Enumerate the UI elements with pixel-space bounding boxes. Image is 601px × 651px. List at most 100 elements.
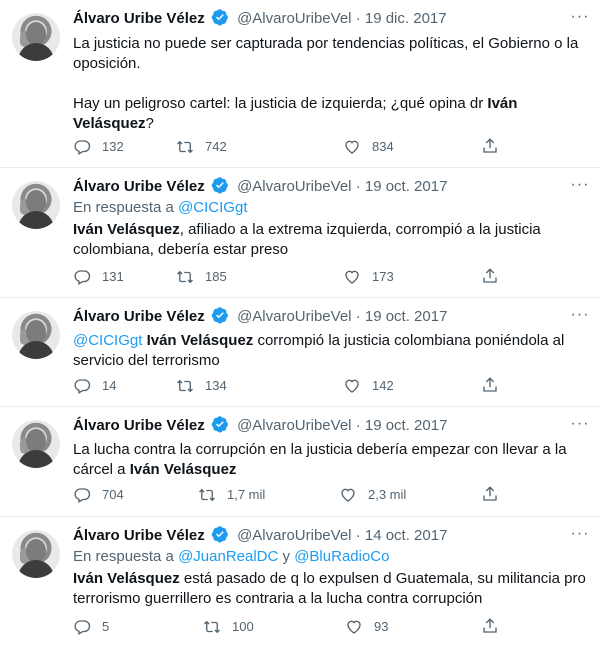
reply-icon [74,488,91,503]
more-icon[interactable]: ··· [569,8,591,30]
like-button[interactable]: 834 [343,137,394,157]
retweet-count: 134 [205,378,227,393]
more-icon[interactable]: ··· [569,415,591,437]
more-icon[interactable]: ··· [569,525,591,547]
mention-link[interactable]: @JuanRealDC [178,548,278,565]
reply-count: 704 [102,487,124,502]
tweet-feed: Álvaro Uribe Vélez @AlvaroUribeVel · 19 … [0,0,601,651]
mention-name: Iván Velásquez [129,461,237,478]
tweet-date[interactable]: 19 oct. 2017 [365,308,448,325]
retweet-button[interactable]: 185 [176,267,227,287]
retweet-icon [204,620,220,634]
tweet[interactable]: Álvaro Uribe Vélez @AlvaroUribeVel · 19 … [0,168,601,298]
share-button[interactable] [481,267,499,288]
mention-name: Iván Velásquez [73,570,180,587]
share-button[interactable] [481,617,499,638]
author-name[interactable]: Álvaro Uribe Vélez [73,178,205,195]
retweet-button[interactable]: 742 [176,137,227,157]
tweet-date[interactable]: 19 dic. 2017 [365,10,447,27]
verified-badge-icon [211,526,228,543]
like-count: 173 [372,269,394,284]
author-handle[interactable]: @AlvaroUribeVel [237,527,351,544]
tweet-paragraph: La justicia no puede ser capturada por t… [73,35,579,72]
mention-name: Iván Velásquez [142,332,254,349]
tweet-text: @CICIGgt Iván Velásquez corrompió la jus… [73,332,565,369]
share-icon [483,138,497,153]
like-count: 93 [374,619,389,634]
like-button[interactable]: 142 [343,376,394,396]
separator: · [355,417,361,434]
verified-badge-icon [211,9,228,26]
tweet-paragraph: Hay un peligroso cartel: la justicia de … [73,95,518,132]
tweet[interactable]: Álvaro Uribe Vélez @AlvaroUribeVel · 14 … [0,517,601,651]
reply-button[interactable]: 132 [73,137,124,157]
share-icon [483,486,497,501]
retweet-count: 185 [205,269,227,284]
like-count: 142 [372,378,394,393]
avatar[interactable] [12,420,60,468]
share-button[interactable] [481,376,499,397]
reply-button[interactable]: 5 [73,617,109,637]
share-button[interactable] [481,485,499,506]
like-icon [345,270,359,284]
retweet-button[interactable]: 100 [203,617,254,637]
retweet-button[interactable]: 134 [176,376,227,396]
like-button[interactable]: 2,3 mil [339,485,406,505]
reply-count: 5 [102,619,110,634]
reply-icon [74,140,91,155]
tweet[interactable]: Álvaro Uribe Vélez @AlvaroUribeVel · 19 … [0,407,601,517]
like-button[interactable]: 173 [343,267,394,287]
tweet-text: Iván Velásquez está pasado de q lo expul… [73,570,586,607]
mention-link[interactable]: @CICIGgt [73,332,142,349]
reply-context: En respuesta a @CICIGgt [73,199,248,216]
separator: · [355,308,361,325]
reply-button[interactable]: 131 [73,267,124,287]
retweet-icon [199,488,215,502]
mention-link[interactable]: @BluRadioCo [294,548,389,565]
share-icon [483,618,497,633]
share-icon [483,268,497,283]
reply-count: 131 [102,269,124,284]
author-handle[interactable]: @AlvaroUribeVel [237,417,351,434]
author-name[interactable]: Álvaro Uribe Vélez [73,308,205,325]
retweet-count: 1,7 mil [227,487,266,502]
reply-context: En respuesta a @JuanRealDC y @BluRadioCo [73,548,390,565]
more-icon[interactable]: ··· [569,176,591,198]
avatar[interactable] [12,181,60,229]
reply-button[interactable]: 704 [73,485,124,505]
tweet-date[interactable]: 19 oct. 2017 [365,417,448,434]
separator: · [355,527,361,544]
author-name[interactable]: Álvaro Uribe Vélez [73,10,205,27]
author-handle[interactable]: @AlvaroUribeVel [237,308,351,325]
retweet-icon [177,140,193,154]
reply-icon [74,270,91,285]
avatar[interactable] [12,311,60,359]
author-handle[interactable]: @AlvaroUribeVel [237,178,351,195]
like-icon [347,620,361,634]
mention-link[interactable]: @CICIGgt [178,199,247,216]
avatar[interactable] [12,13,60,61]
verified-badge-icon [211,307,228,324]
avatar[interactable] [12,530,60,578]
retweet-button[interactable]: 1,7 mil [198,485,265,505]
tweet[interactable]: Álvaro Uribe Vélez @AlvaroUribeVel · 19 … [0,0,601,168]
author-handle[interactable]: @AlvaroUribeVel [237,10,351,27]
like-button[interactable]: 93 [345,617,388,637]
retweet-icon [177,270,193,284]
like-count: 834 [372,139,394,154]
tweet-date[interactable]: 19 oct. 2017 [365,178,448,195]
verified-badge-icon [211,177,228,194]
reply-icon [74,620,91,635]
tweet-text: La justicia no puede ser capturada por t… [73,34,591,134]
share-button[interactable] [481,137,499,158]
author-name[interactable]: Álvaro Uribe Vélez [73,417,205,434]
tweet[interactable]: Álvaro Uribe Vélez @AlvaroUribeVel · 19 … [0,298,601,407]
tweet-text: La lucha contra la corrupción en la just… [73,441,567,478]
more-icon[interactable]: ··· [569,306,591,328]
reply-button[interactable]: 14 [73,376,116,396]
tweet-date[interactable]: 14 oct. 2017 [365,527,448,544]
reply-count: 132 [102,139,124,154]
author-name[interactable]: Álvaro Uribe Vélez [73,527,205,544]
retweet-icon [177,379,193,393]
like-count: 2,3 mil [368,487,407,502]
